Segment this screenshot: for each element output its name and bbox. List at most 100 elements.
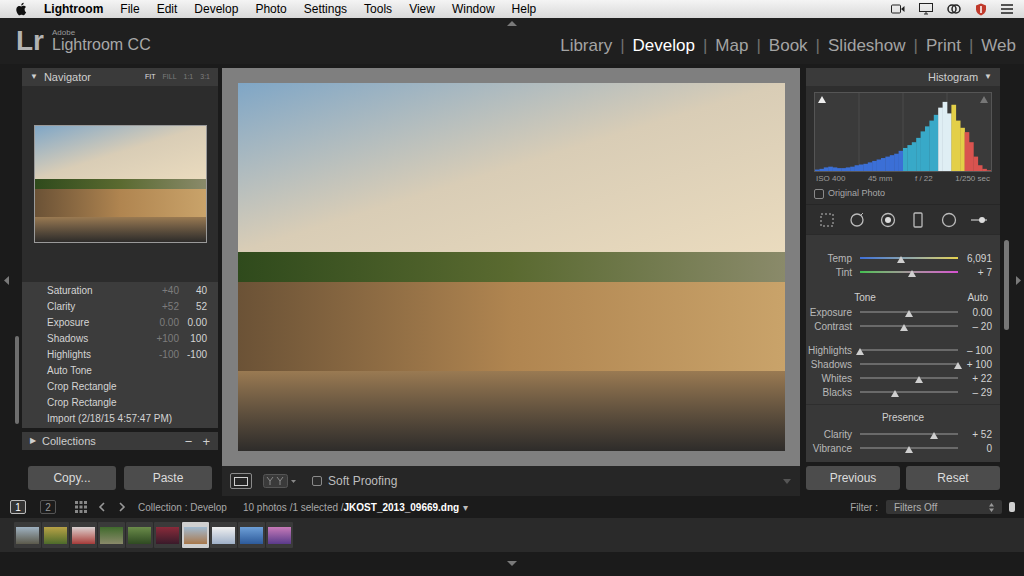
menu-item[interactable]: View (409, 0, 435, 18)
collections-header[interactable]: ▶Collections−+ (22, 432, 218, 450)
slider-track[interactable] (860, 386, 958, 398)
slider-track[interactable] (860, 442, 958, 454)
graduated-filter-icon[interactable] (909, 211, 927, 229)
filmstrip-thumbnail[interactable] (42, 522, 69, 548)
history-item[interactable]: Saturation+4040 (22, 282, 218, 298)
original-photo-checkbox[interactable] (814, 189, 824, 199)
slider-track[interactable] (860, 320, 958, 332)
module-tab[interactable]: Library (560, 33, 612, 59)
history-scrollbar[interactable] (15, 336, 19, 424)
red-eye-icon[interactable] (879, 211, 897, 229)
filmstrip-thumbnail[interactable] (154, 522, 181, 548)
zoom-option[interactable]: FILL (163, 72, 177, 83)
slider-knob[interactable] (905, 310, 913, 317)
remove-collection-button[interactable]: − (185, 435, 193, 448)
window-button[interactable]: 1 (10, 500, 26, 514)
filmstrip-thumbnail[interactable] (98, 522, 125, 548)
slider-knob[interactable] (905, 446, 913, 453)
history-item[interactable]: Clarity+5252 (22, 298, 218, 314)
toolbar-menu-icon[interactable] (782, 477, 792, 485)
spot-removal-icon[interactable] (848, 211, 866, 229)
expand-toggle[interactable]: ▶ (30, 435, 36, 447)
module-tab[interactable]: Web (981, 33, 1016, 59)
collapse-left-icon[interactable] (3, 275, 9, 285)
slider-knob[interactable] (897, 256, 905, 263)
file-menu[interactable]: ▾ (463, 500, 468, 515)
menu-item[interactable]: File (120, 0, 139, 18)
notification-list-icon[interactable] (1000, 2, 1014, 16)
slider-knob[interactable] (856, 348, 864, 355)
window-button[interactable]: 2 (40, 500, 56, 514)
collapse-bottom-icon[interactable] (507, 561, 517, 567)
histogram-chart[interactable] (814, 92, 992, 172)
crop-icon[interactable] (818, 211, 836, 229)
filmstrip-thumbnail[interactable] (14, 522, 41, 548)
source-label[interactable]: Collection : Develop (138, 500, 227, 515)
menu-item[interactable]: Settings (304, 0, 347, 18)
highlight-clipping-icon[interactable] (980, 96, 988, 103)
navigator-preview[interactable] (22, 86, 218, 282)
menu-item[interactable]: Window (452, 0, 495, 18)
menu-item[interactable]: Edit (157, 0, 178, 18)
auto-tone-button[interactable]: Auto (967, 290, 1000, 305)
filmstrip-thumbnail[interactable] (238, 522, 265, 548)
filmstrip-thumbnail[interactable] (210, 522, 237, 548)
zoom-option[interactable]: 1:1 (184, 72, 194, 83)
copy-button[interactable]: Copy... (28, 466, 116, 490)
menu-item[interactable]: Tools (364, 0, 392, 18)
zoom-option[interactable]: 3:1 (200, 72, 210, 83)
history-item[interactable]: Auto Tone (22, 362, 218, 378)
slider-track[interactable] (860, 428, 958, 440)
filter-dropdown[interactable]: Filters Off (886, 500, 1002, 514)
collapse-toggle[interactable]: ▼ (984, 71, 992, 83)
loupe-view-icon[interactable] (230, 473, 252, 489)
original-photo-toggle[interactable]: Original Photo (814, 186, 992, 202)
adjustment-brush-icon[interactable] (970, 211, 988, 229)
slider-knob[interactable] (915, 376, 923, 383)
module-tab[interactable]: Book (769, 33, 808, 59)
filmstrip-thumbnail[interactable] (126, 522, 153, 548)
slider-knob[interactable] (908, 270, 916, 277)
collapse-top-icon[interactable] (507, 20, 517, 26)
slider-knob[interactable] (930, 432, 938, 439)
slider-track[interactable] (860, 372, 958, 384)
history-item[interactable]: Crop Rectangle (22, 394, 218, 410)
file-name[interactable]: JKOST_2013_09669.dng (344, 500, 460, 515)
slider-track[interactable] (860, 358, 958, 370)
collapse-toggle[interactable]: ▼ (30, 71, 38, 83)
slider-track[interactable] (860, 306, 958, 318)
filter-lock-icon[interactable] (1008, 501, 1016, 513)
panel-scrollbar[interactable] (1004, 240, 1009, 330)
module-tab[interactable]: Map (715, 33, 748, 59)
menu-item[interactable]: Develop (194, 0, 238, 18)
creative-cloud-icon[interactable] (946, 2, 962, 16)
module-tab[interactable]: Print (926, 33, 961, 59)
slider-track[interactable] (860, 252, 958, 264)
back-arrow-icon[interactable] (96, 500, 110, 514)
slider-track[interactable] (860, 266, 958, 278)
app-menu[interactable]: Lightroom (44, 0, 103, 18)
grid-view-icon[interactable] (74, 500, 88, 514)
soft-proofing-checkbox[interactable] (312, 476, 322, 486)
paste-button[interactable]: Paste (124, 466, 212, 490)
filmstrip-thumbnail[interactable] (182, 522, 209, 548)
forward-arrow-icon[interactable] (114, 500, 128, 514)
history-item[interactable]: Shadows+100100 (22, 330, 218, 346)
module-tab[interactable]: Develop (633, 33, 695, 59)
zoom-option[interactable]: FIT (145, 72, 156, 83)
shadow-clipping-icon[interactable] (818, 96, 826, 103)
navigator-header[interactable]: ▼NavigatorFITFILL1:13:1 (22, 68, 218, 86)
slider-knob[interactable] (900, 324, 908, 331)
before-after-icon[interactable] (262, 473, 298, 489)
reset-button[interactable]: Reset (906, 466, 1000, 490)
slider-knob[interactable] (891, 390, 899, 397)
history-item[interactable]: Exposure0.000.00 (22, 314, 218, 330)
display-icon[interactable] (918, 2, 934, 16)
module-tab[interactable]: Slideshow (828, 33, 906, 59)
apple-icon[interactable] (14, 2, 28, 16)
shield-icon[interactable] (974, 2, 988, 16)
add-collection-button[interactable]: + (202, 435, 210, 448)
screen-record-icon[interactable] (890, 2, 906, 16)
radial-filter-icon[interactable] (940, 211, 958, 229)
slider-track[interactable] (860, 344, 958, 356)
